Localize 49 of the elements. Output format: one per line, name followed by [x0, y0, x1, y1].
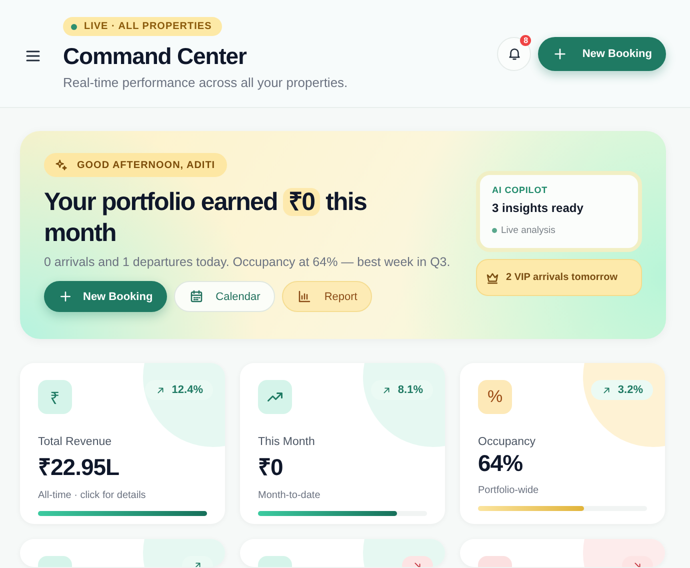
page-title: Command Center	[63, 43, 246, 70]
stat-note: Portfolio-wide	[478, 485, 540, 496]
copilot-label: AI COPILOT	[492, 185, 548, 195]
notifications-button[interactable]: 8	[497, 36, 532, 70]
new-booking-button[interactable]: New Booking	[538, 36, 666, 70]
vip-label: 2 VIP arrivals tomorrow	[506, 272, 618, 283]
hero-headline: Your portfolio earned ₹0 this month	[44, 187, 368, 249]
stat-note: Month-to-date	[258, 490, 322, 501]
stat-card[interactable]	[240, 539, 445, 567]
stat-label: This Month	[258, 436, 316, 448]
copilot-title: 3 insights ready	[492, 201, 584, 215]
stat-value: ₹0	[258, 453, 284, 482]
stat-card[interactable]	[460, 539, 665, 567]
arrow-up-right-icon	[380, 384, 392, 396]
bar-chart-icon	[297, 289, 312, 304]
crown-icon	[485, 270, 500, 285]
live-label: LIVE · ALL PROPERTIES	[84, 21, 212, 32]
stat-card[interactable]: 8.1% This Month ₹0 Month-to-date	[240, 363, 445, 524]
arrow-up-right-icon	[600, 384, 612, 396]
status-dot	[492, 228, 497, 233]
notification-badge: 8	[520, 34, 532, 46]
stat-label: Occupancy	[478, 436, 537, 448]
new-booking-button[interactable]: New Booking	[44, 281, 167, 312]
stat-card[interactable]	[20, 539, 225, 567]
stat-card[interactable]: ₹ 12.4% Total Revenue ₹22.95L All-time · click for details	[20, 363, 225, 524]
symbol-icon: ₹	[50, 386, 60, 408]
report-button[interactable]: Report	[282, 281, 372, 312]
arrow-up-right-icon	[154, 384, 166, 396]
symbol-icon: %	[487, 387, 503, 407]
copilot-card[interactable]: AI COPILOT 3 insights ready Live analysis	[476, 171, 642, 252]
stat-label: Total Revenue	[38, 436, 113, 448]
stat-value: ₹22.95L	[38, 453, 120, 482]
calendar-icon	[188, 289, 204, 304]
copilot-status: Live analysis	[501, 225, 556, 236]
hero-summary: 0 arrivals and 1 departures today. Occupancy at 64% — best week in Q3.	[44, 255, 450, 269]
stat-card[interactable]: % 3.2% Occupancy 64% Portfolio-wide	[460, 363, 665, 524]
greeting-label: GOOD AFTERNOON, ADITI	[77, 160, 216, 170]
vip-alert[interactable]: 2 VIP arrivals tomorrow	[476, 259, 642, 296]
change-badge: 3.2%	[590, 380, 653, 400]
stat-note: All-time · click for details	[38, 490, 147, 501]
sparkle-icon	[54, 158, 68, 172]
status-dot	[71, 24, 77, 30]
stat-value: 64%	[478, 450, 524, 477]
calendar-button[interactable]: Calendar	[174, 281, 276, 312]
page-subtitle: Real-time performance across all your properties.	[63, 75, 348, 90]
change-badge: 8.1%	[370, 380, 433, 400]
change-badge: 12.4%	[144, 380, 213, 400]
plus-icon	[58, 289, 73, 304]
bell-icon	[506, 46, 522, 61]
